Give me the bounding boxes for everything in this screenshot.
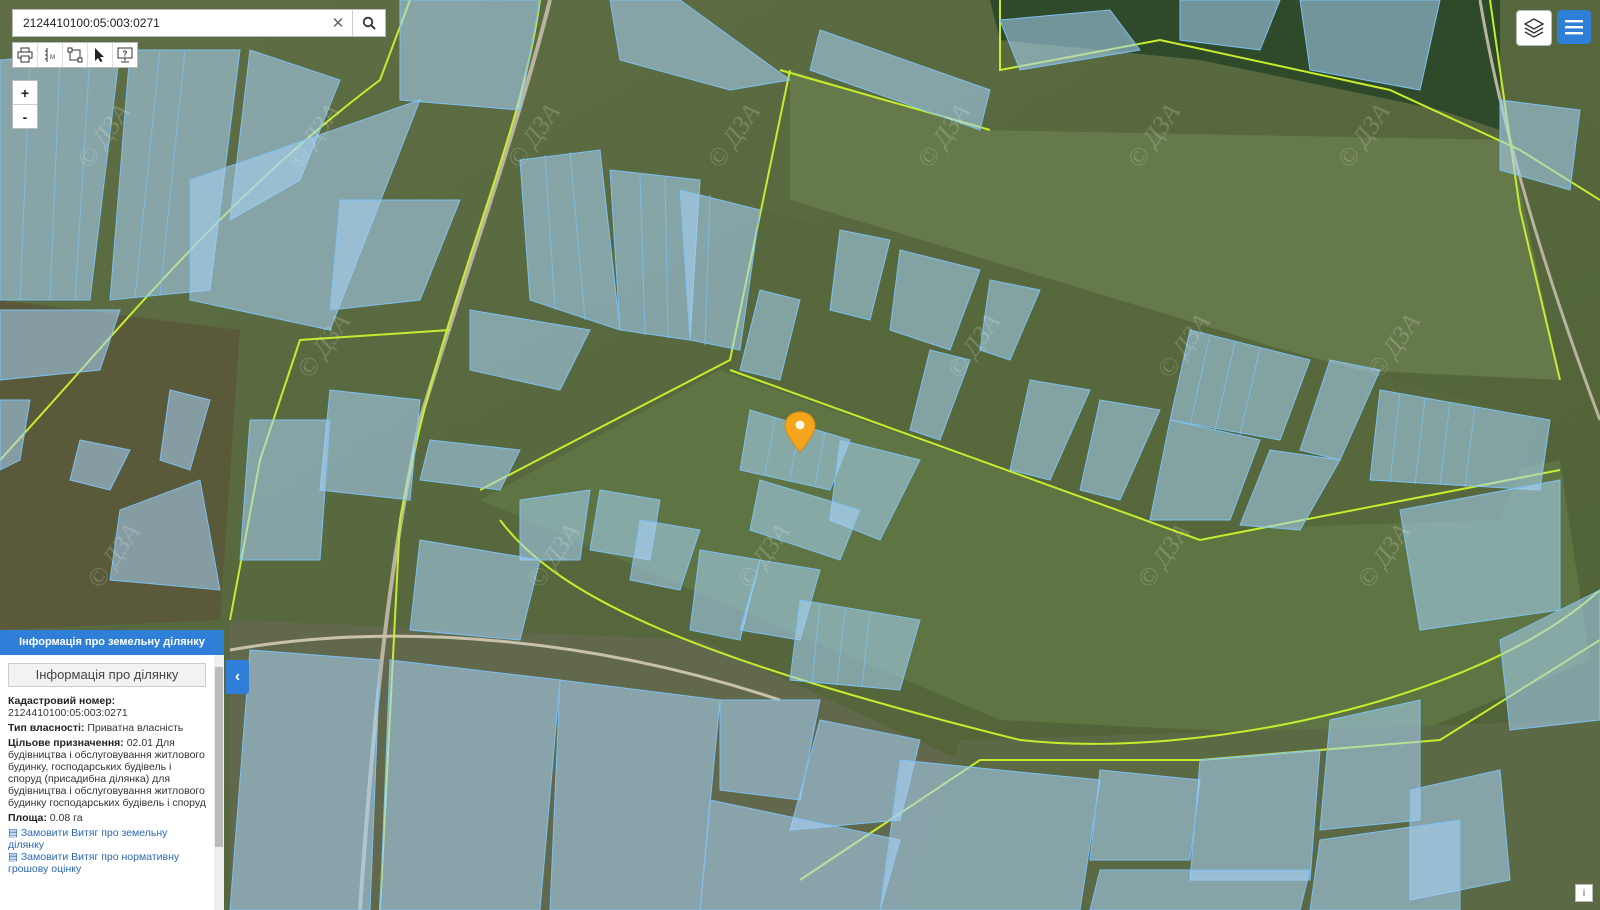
ownership-row: Тип власності: Приватна власність [8,722,206,734]
chevron-left-icon: ‹ [234,668,241,685]
cadastral-search-box: 2124410100:05:003:0271 ✕ [12,9,386,37]
order-extract-link-label: Замовити Витяг про земельну ділянку [8,827,168,851]
document-icon: ▤ [8,851,21,863]
satellite-map[interactable]: © ДЗА © ДЗА © ДЗА © ДЗА © ДЗА © ДЗА © ДЗ… [0,0,1600,910]
info-icon: i [1582,887,1586,899]
panel-scrollbar[interactable] [214,655,224,910]
clear-search-icon[interactable]: ✕ [324,14,352,32]
menu-button[interactable] [1557,10,1591,44]
svg-text:M: M [50,55,55,61]
printer-icon [17,47,33,63]
search-input[interactable]: 2124410100:05:003:0271 [13,16,324,30]
svg-text:?: ? [123,50,128,59]
ownership-label: Тип власності: [8,722,85,734]
panel-body: Інформація про ділянку Кадастровий номер… [0,655,214,910]
cadastral-row: Кадастровий номер: 2124410100:05:003:027… [8,695,206,719]
layers-icon [1523,18,1545,38]
panel-subheader[interactable]: Інформація про ділянку [8,663,206,687]
measure-button[interactable]: M [38,43,63,67]
hamburger-icon [1565,20,1583,35]
measure-icon: M [45,48,55,62]
cadastral-label: Кадастровий номер: [8,695,116,707]
print-button[interactable] [13,43,38,67]
order-valuation-link-label: Замовити Витяг про нормативну грошову оц… [8,851,180,875]
area-value: 0.08 га [49,812,83,824]
zoom-in-button[interactable]: + [13,81,37,105]
attribution-info-button[interactable]: i [1575,884,1593,902]
order-extract-link[interactable]: ▤ Замовити Витяг про земельну ділянку [8,827,206,851]
parcel-info-panel: Інформація про земельну ділянку Інформац… [0,630,224,910]
select-area-icon [67,47,83,63]
order-valuation-link[interactable]: ▤ Замовити Витяг про нормативну грошову … [8,851,206,875]
purpose-label: Цільове призначення: [8,737,124,749]
collapse-panel-button[interactable]: ‹ [226,660,249,694]
scrollbar-thumb[interactable] [215,667,223,847]
pointer-button[interactable] [88,43,113,67]
area-label: Площа: [8,812,47,824]
search-button[interactable] [352,10,385,36]
select-area-button[interactable] [63,43,88,67]
help-screen-icon: ? [117,47,133,63]
ownership-value: Приватна власність [87,722,184,734]
zoom-control: + - [12,80,38,129]
panel-header: Інформація про земельну ділянку [0,630,224,655]
cadastral-value: 2124410100:05:003:0271 [8,707,128,719]
pointer-icon [95,48,104,62]
layers-button[interactable] [1516,10,1552,46]
document-icon: ▤ [8,827,21,839]
purpose-row: Цільове призначення: 02.01 Для будівницт… [8,737,206,809]
help-button[interactable]: ? [113,43,137,67]
search-icon [362,16,376,30]
zoom-out-button[interactable]: - [13,105,37,128]
area-row: Площа: 0.08 га [8,812,206,824]
map-toolbar: M ? [12,42,138,68]
